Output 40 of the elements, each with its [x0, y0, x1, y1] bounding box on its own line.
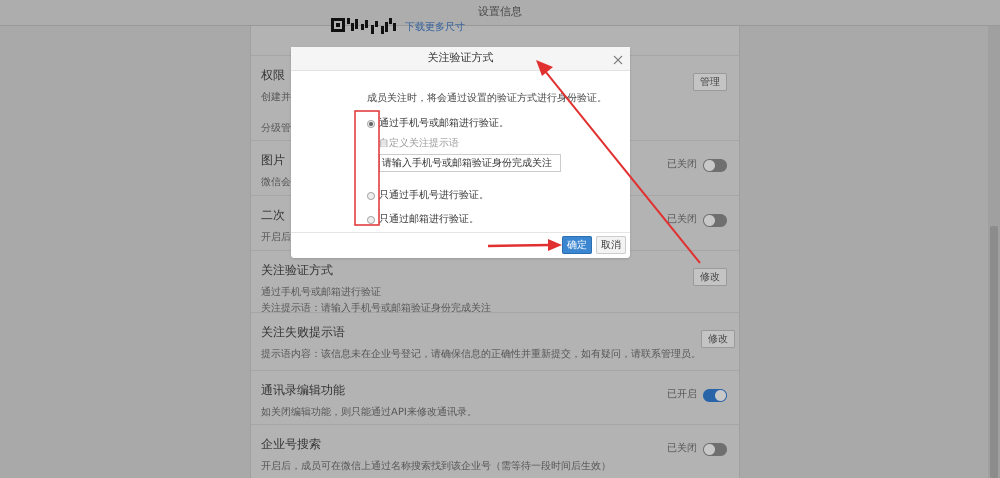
setting-title: 图片 [261, 152, 286, 169]
edit-button[interactable]: 管理 [693, 73, 727, 91]
toggle-switch[interactable] [703, 214, 727, 227]
close-icon[interactable] [613, 55, 623, 65]
radio-button[interactable] [367, 120, 375, 128]
setting-description: 创建并 [261, 90, 291, 105]
toggle-status: 已关闭 [667, 212, 697, 227]
setting-description: 通过手机号或邮箱进行验证 [261, 286, 382, 300]
setting-title: 通讯录编辑功能 [261, 382, 346, 399]
toggle-status: 已关闭 [667, 158, 697, 172]
setting-description: 关注提示语：请输入手机号或邮箱验证身份完成关注 [261, 302, 491, 316]
cancel-button[interactable]: 取消 [596, 236, 626, 254]
prompt-label: 自定义关注提示语 [379, 136, 460, 151]
setting-title: 企业号搜索 [261, 436, 322, 453]
setting-description: 开启后 [261, 230, 291, 245]
setting-title: 二次 [261, 207, 286, 224]
toggle-switch[interactable] [703, 443, 727, 456]
dialog-title: 关注验证方式 [428, 50, 494, 66]
radio-button[interactable] [367, 192, 375, 200]
toggle-switch[interactable] [703, 389, 727, 402]
radio-option[interactable]: 只通过手机号进行验证。 [367, 184, 630, 208]
radio-button[interactable] [367, 216, 375, 224]
setting-title: 权限 [261, 67, 286, 84]
page-title: 设置信息 [478, 4, 522, 20]
prompt-input[interactable]: 请输入手机号或邮箱验证身份完成关注 [379, 154, 561, 172]
toggle-status: 已关闭 [667, 442, 697, 456]
setting-title: 关注失败提示语 [261, 324, 346, 341]
edit-button[interactable]: 修改 [701, 330, 735, 348]
toggle-status: 已开启 [667, 388, 697, 402]
setting-title: 关注验证方式 [261, 262, 334, 279]
setting-description: 开启后，成员可在微信上通过名称搜索找到该企业号（需等待一段时间后生效） [261, 460, 611, 474]
radio-option[interactable]: 只通过邮箱进行验证。 [367, 208, 630, 232]
radio-option[interactable]: 通过手机号或邮箱进行验证。 [367, 112, 630, 136]
toggle-switch[interactable] [703, 159, 727, 172]
confirm-button[interactable]: 确定 [562, 236, 592, 254]
setting-description: 如关闭编辑功能，则只能通过API来修改通讯录。 [261, 406, 477, 420]
setting-description: 提示语内容：该信息未在企业号登记，请确保信息的正确性并重新提交，如有疑问，请联系管理员。 [261, 348, 701, 362]
setting-description: 微信会 [261, 176, 291, 190]
edit-button[interactable]: 修改 [693, 268, 727, 286]
setting-description: 分级管 [261, 122, 291, 136]
